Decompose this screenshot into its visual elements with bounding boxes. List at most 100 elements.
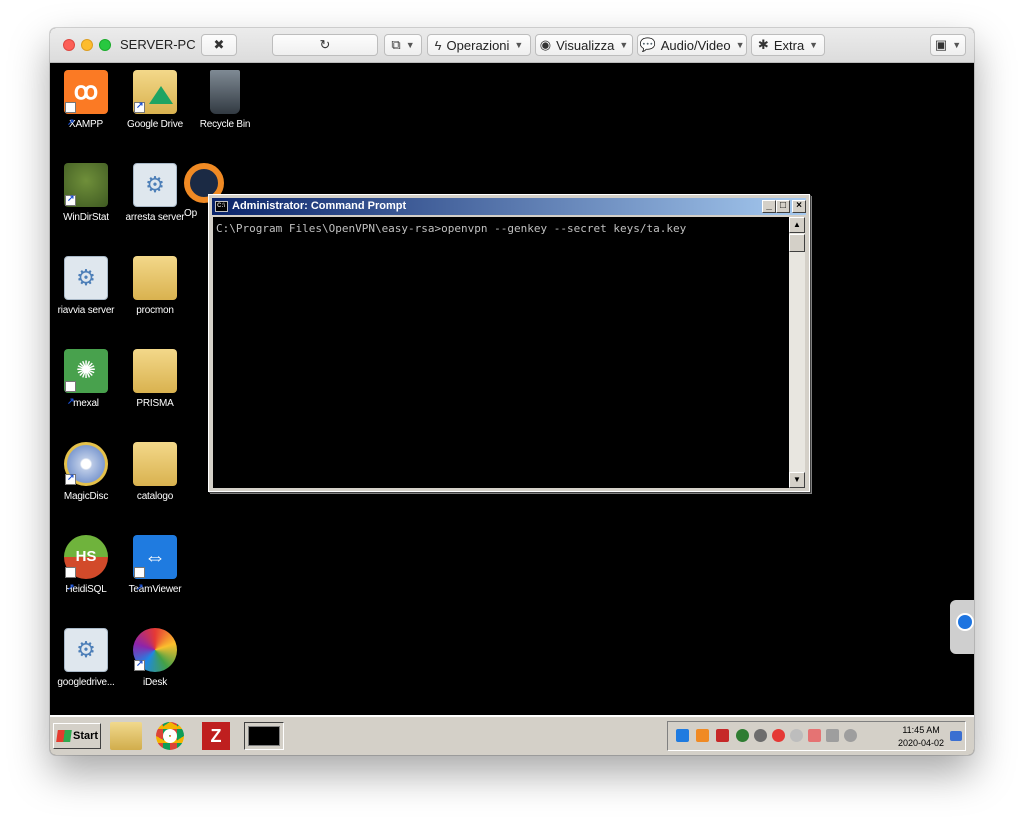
folder-icon — [133, 442, 177, 486]
view-label: Visualizza — [556, 37, 615, 53]
gear-icon: ⚙ — [64, 628, 108, 672]
view-menu[interactable]: ◉ Visualizza ▼ — [535, 34, 633, 56]
help-tray-icon[interactable] — [716, 729, 729, 742]
explorer-taskbar-icon[interactable] — [110, 722, 142, 750]
zoom-window-button[interactable] — [99, 39, 111, 51]
chat-icon: 💬 — [639, 37, 656, 52]
teamviewer-icon: ⇔ — [133, 535, 177, 609]
window-title: SERVER-PC — [120, 37, 196, 52]
audio-video-menu[interactable]: 💬 Audio/Video ▼ — [637, 34, 747, 56]
desktop-icon-arresta-server[interactable]: ⚙ arresta server — [116, 163, 194, 223]
folder-icon — [133, 256, 177, 300]
cmd-scrollbar[interactable]: ▲ ▼ — [789, 217, 805, 488]
recycle-bin-icon — [210, 70, 240, 114]
heidisql-icon: HS — [64, 535, 108, 609]
chevron-down-icon: ▼ — [619, 40, 629, 50]
operations-label: Operazioni — [446, 37, 510, 53]
desktop-icon-idesk[interactable]: iDesk — [116, 628, 194, 688]
viewer-toolbar: SERVER-PC ✖ ↻ ⧉ ▼ ϟ Operazioni ▼ ◉ Visua… — [50, 28, 974, 63]
dropbox-tray-icon[interactable] — [790, 729, 803, 742]
volume-icon[interactable] — [844, 729, 857, 742]
desktop-icon-riavvia-server[interactable]: ⚙ riavvia server — [50, 256, 125, 316]
filezilla-taskbar-icon[interactable]: Z — [202, 722, 230, 750]
clock-date: 2020-04-02 — [898, 738, 945, 748]
mexal-icon: ✺ — [64, 349, 108, 423]
security-tray-icon[interactable] — [754, 729, 767, 742]
desktop-icon-teamviewer[interactable]: ⇔ TeamViewer — [116, 535, 194, 609]
clock[interactable]: 11:45 AM 2020-04-02 — [898, 724, 944, 750]
chevron-down-icon: ▼ — [514, 40, 524, 50]
monitor-icon: ▣ — [934, 37, 948, 52]
scroll-thumb[interactable] — [789, 234, 805, 252]
google-drive-icon — [133, 70, 177, 114]
lightning-icon: ϟ — [434, 37, 442, 53]
cmd-minimize-button[interactable]: _ — [762, 200, 776, 213]
teamviewer-tray-icon[interactable] — [676, 729, 689, 742]
gear-icon: ⚙ — [133, 163, 177, 207]
desktop-icon-google-drive[interactable]: Google Drive — [116, 70, 194, 130]
cmd-taskbar-button[interactable] — [244, 722, 284, 750]
desktop-icon-googledrive-script[interactable]: ⚙ googledrive... — [50, 628, 125, 688]
chevron-down-icon: ▼ — [405, 40, 415, 50]
xampp-tray-icon[interactable] — [696, 729, 709, 742]
clipboard-menu[interactable]: ⧉ ▼ — [384, 34, 422, 56]
desktop-icon-catalogo[interactable]: catalogo — [116, 442, 194, 502]
gear-icon: ⚙ — [64, 256, 108, 300]
desktop-icon-windirstat[interactable]: WinDirStat — [50, 163, 125, 223]
cmd-console[interactable]: C:\Program Files\OpenVPN\easy-rsa>openvp… — [213, 217, 789, 488]
chrome-taskbar-icon[interactable] — [156, 722, 184, 750]
desktop-icon-procmon[interactable]: procmon — [116, 256, 194, 316]
folder-icon — [133, 349, 177, 393]
close-window-button[interactable] — [63, 39, 75, 51]
cmd-maximize-button[interactable]: □ — [776, 200, 790, 213]
remote-desktop[interactable]: ꝏ XAMPP Google Drive Recycle Bin WinDirS… — [50, 63, 974, 715]
chevron-down-icon: ▼ — [809, 40, 819, 50]
chevron-down-icon: ▼ — [952, 40, 962, 50]
scroll-up-button[interactable]: ▲ — [789, 217, 805, 233]
extra-menu[interactable]: ✱ Extra ▼ — [751, 34, 825, 56]
desktop-icon-recycle-bin[interactable]: Recycle Bin — [186, 70, 264, 130]
desktop-icon-mexal[interactable]: ✺ mexal — [50, 349, 125, 423]
copy-icon: ⧉ — [391, 37, 401, 52]
refresh-button[interactable]: ↻ — [272, 34, 378, 56]
desktop-icon-magicdisc[interactable]: MagicDisc — [50, 442, 125, 502]
openvpn-tray-icon[interactable] — [772, 729, 785, 742]
magicdisc-icon — [64, 442, 108, 486]
refresh-icon: ↻ — [319, 37, 331, 52]
alert-tray-icon[interactable] — [808, 729, 821, 742]
start-button[interactable]: Start — [53, 723, 101, 749]
start-label: Start — [73, 730, 99, 742]
taskbar: Start Z 11:45 AM 2020-04-02 — [50, 715, 974, 755]
xampp-icon: ꝏ — [64, 70, 108, 144]
desktop-icon-xampp[interactable]: ꝏ XAMPP — [50, 70, 125, 144]
cmd-line: C:\Program Files\OpenVPN\easy-rsa>openvp… — [216, 222, 687, 235]
cmd-title-bar[interactable]: C:\ Administrator: Command Prompt _ □ × — [212, 198, 806, 215]
show-desktop-icon[interactable] — [950, 731, 962, 741]
remote-desktop-window: SERVER-PC ✖ ↻ ⧉ ▼ ϟ Operazioni ▼ ◉ Visua… — [50, 28, 974, 755]
monitor-tray-icon[interactable] — [826, 729, 839, 742]
desktop-icon-heidisql[interactable]: HS HeidiSQL — [50, 535, 125, 609]
extra-label: Extra — [773, 37, 805, 53]
network-tray-icon[interactable] — [736, 729, 749, 742]
windirstat-icon — [64, 163, 108, 207]
clock-time: 11:45 AM — [902, 725, 940, 735]
scroll-down-button[interactable]: ▼ — [789, 472, 805, 488]
operations-menu[interactable]: ϟ Operazioni ▼ — [427, 34, 531, 56]
desktop-icon-prisma[interactable]: PRISMA — [116, 349, 194, 409]
disconnect-button[interactable]: ✖ — [201, 34, 237, 56]
system-tray: 11:45 AM 2020-04-02 — [667, 721, 966, 751]
cmd-close-button[interactable]: × — [792, 200, 806, 213]
cmd-taskbar-icon — [248, 726, 280, 746]
command-prompt-window[interactable]: C:\ Administrator: Command Prompt _ □ × … — [208, 194, 810, 492]
disconnect-icon: ✖ — [213, 37, 225, 52]
eye-icon: ◉ — [539, 37, 552, 52]
extra-icon: ✱ — [757, 37, 769, 52]
cmd-title: Administrator: Command Prompt — [232, 200, 407, 212]
audio-video-label: Audio/Video — [660, 37, 731, 53]
idesk-icon — [133, 628, 177, 672]
display-menu[interactable]: ▣ ▼ — [930, 34, 966, 56]
chevron-down-icon: ▼ — [735, 40, 745, 50]
windows-flag-icon — [56, 730, 72, 742]
teamviewer-side-panel-handle[interactable] — [950, 600, 974, 654]
minimize-window-button[interactable] — [81, 39, 93, 51]
